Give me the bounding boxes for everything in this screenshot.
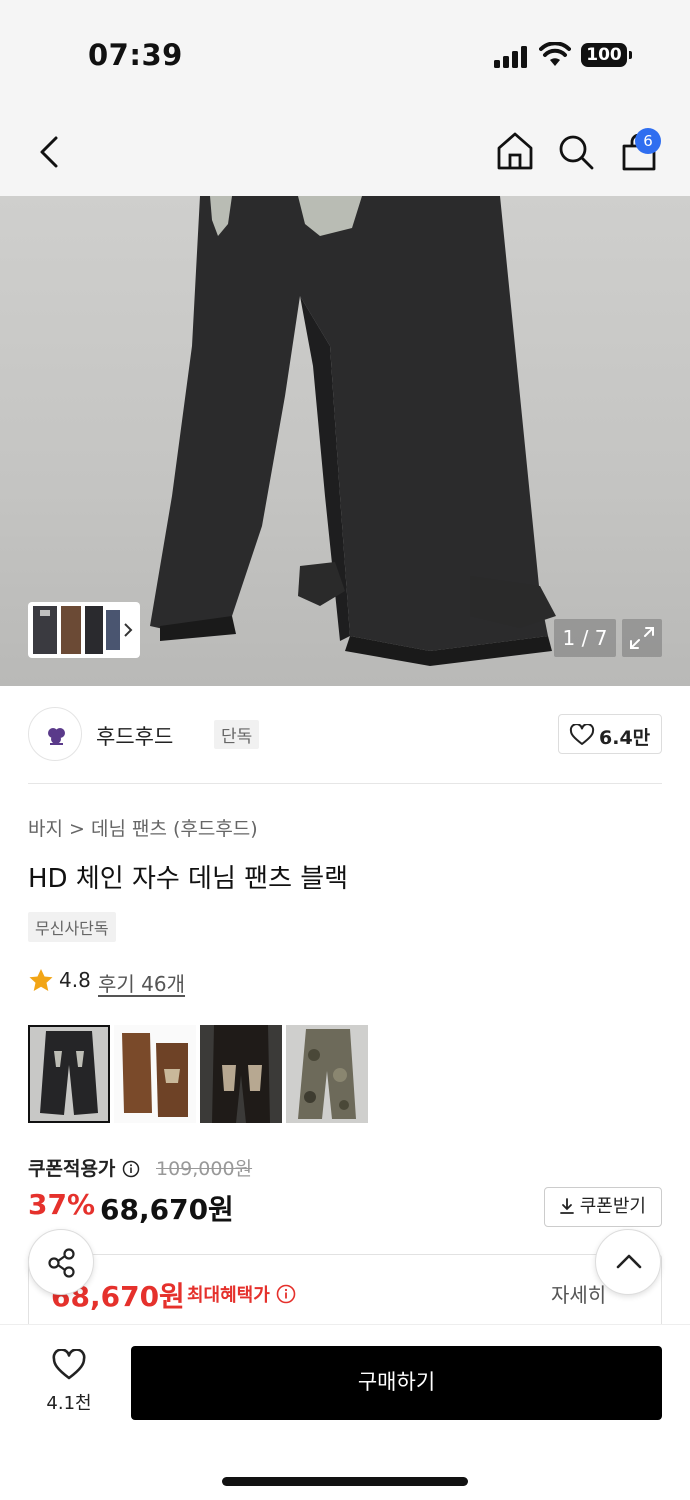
scroll-to-top-button[interactable] (595, 1229, 661, 1295)
product-image-gallery[interactable]: 1 / 7 (0, 196, 690, 686)
brand-like-button[interactable]: 6.4만 (558, 714, 662, 754)
benefit-detail-link[interactable]: 자세히 (551, 1279, 606, 1308)
brand-name[interactable]: 후드후드 (96, 721, 173, 751)
breadcrumb[interactable]: 바지 > 데님 팬츠 (후드후드) (28, 814, 258, 841)
sale-price: 68,670원 (100, 1193, 234, 1226)
download-icon (560, 1198, 574, 1214)
search-icon[interactable] (557, 133, 595, 171)
max-benefit-label-text: 최대혜택가 (187, 1285, 270, 1306)
expand-image-button[interactable] (622, 619, 662, 657)
color-thumbnail-brown[interactable] (114, 1025, 196, 1123)
coupon-price-label-text: 쿠폰적용가 (28, 1158, 116, 1180)
coupon-price-label: 쿠폰적용가 (28, 1154, 140, 1181)
buy-button[interactable]: 구매하기 (131, 1346, 662, 1420)
color-thumbnail-worn-black[interactable] (200, 1025, 282, 1123)
get-coupon-button[interactable]: 쿠폰받기 (544, 1187, 662, 1227)
review-count-link[interactable]: 후기 46개 (98, 968, 185, 997)
thumbnail-image (114, 1025, 196, 1123)
status-time: 07:39 (88, 38, 183, 72)
exclusive-badge: 단독 (214, 720, 260, 749)
expand-icon (630, 627, 654, 649)
wishlist-count: 4.1천 (46, 1393, 92, 1414)
color-thumbnail-camo[interactable] (286, 1025, 368, 1123)
get-coupon-label: 쿠폰받기 (579, 1196, 646, 1217)
share-icon (48, 1248, 75, 1278)
brand-logo[interactable] (28, 707, 82, 761)
share-button[interactable] (28, 1229, 94, 1295)
info-icon[interactable] (276, 1284, 296, 1304)
thumbnail-image (200, 1025, 282, 1123)
color-thumbnail-black[interactable] (28, 1025, 110, 1123)
star-icon (29, 969, 53, 991)
chevron-up-icon (616, 1254, 642, 1269)
heart-icon (569, 724, 595, 745)
musinsa-exclusive-tag: 무신사단독 (28, 912, 116, 942)
max-benefit-label: 최대혜택가 (187, 1281, 296, 1307)
gallery-thumbnail-strip[interactable] (28, 602, 140, 658)
status-bar: 07:39 100 (0, 0, 690, 110)
brand-logo-icon (48, 728, 65, 745)
wishlist-heart-icon[interactable] (51, 1349, 87, 1381)
brand-like-count: 6.4만 (599, 727, 651, 749)
thumbnail-image (286, 1025, 368, 1123)
back-icon[interactable] (36, 134, 62, 170)
home-indicator (222, 1477, 468, 1486)
divider (28, 783, 662, 784)
brand-row[interactable]: 후드후드 단독 6.4만 (28, 707, 662, 763)
signal-icon (494, 46, 530, 68)
thumbnail-preview-image (33, 606, 133, 654)
rating-value: 4.8 (59, 968, 91, 992)
home-icon[interactable] (496, 131, 534, 171)
color-thumbnails (28, 1025, 388, 1123)
product-title: HD 체인 자수 데님 팬츠 블랙 (28, 864, 349, 894)
image-counter: 1 / 7 (554, 619, 616, 657)
discount-rate: 37% (28, 1188, 96, 1221)
thumbnail-image (28, 1025, 110, 1123)
battery-indicator: 100 (581, 43, 632, 67)
wifi-icon (539, 42, 571, 66)
cart-count-badge: 6 (635, 128, 661, 154)
info-icon[interactable] (122, 1160, 140, 1178)
original-price: 109,000원 (156, 1158, 253, 1180)
